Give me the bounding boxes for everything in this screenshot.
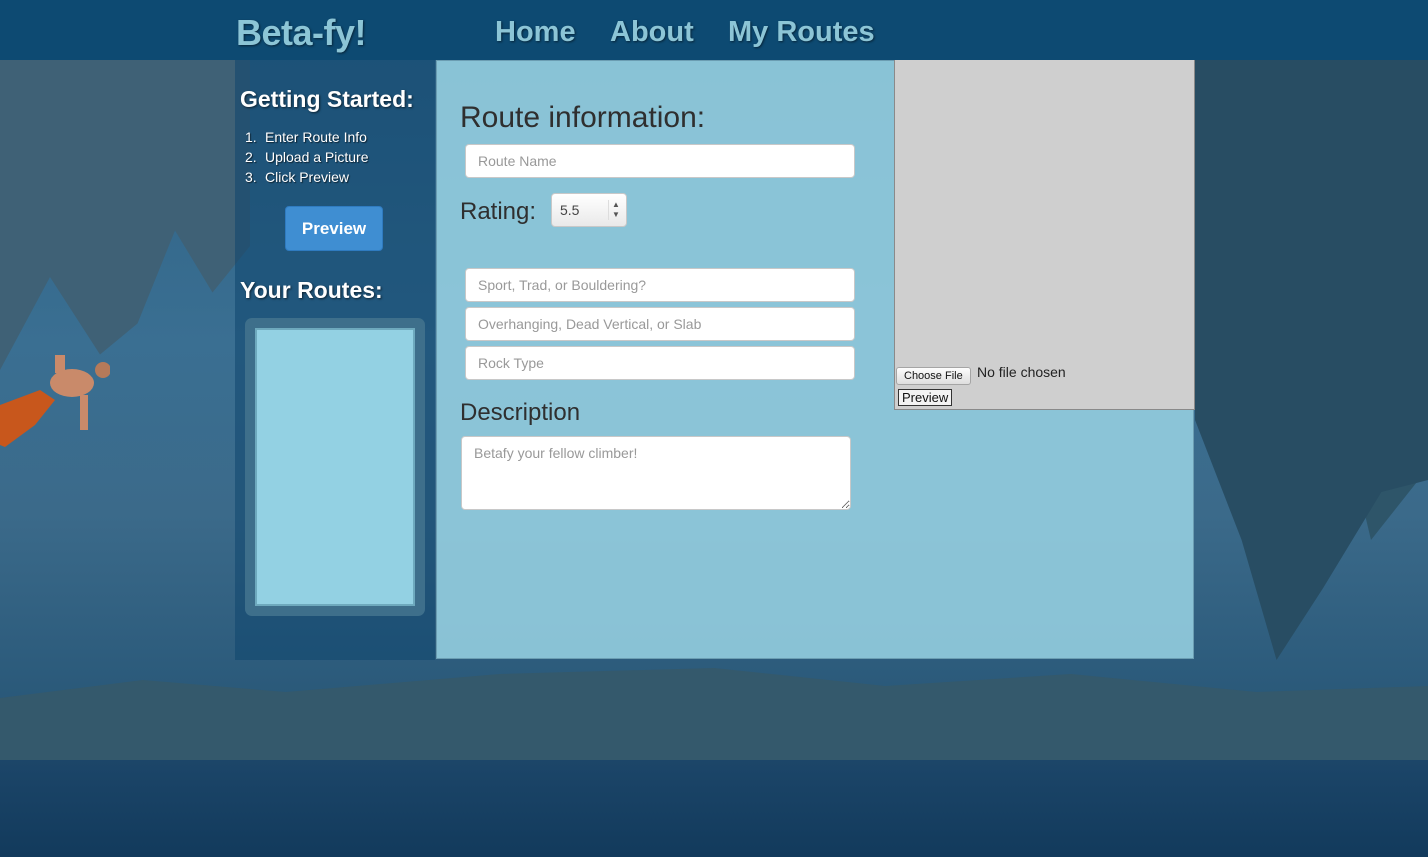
step-item: 1. Enter Route Info (245, 129, 367, 145)
image-preview-button[interactable]: Preview (898, 389, 953, 406)
nav-home-link[interactable]: Home (495, 16, 576, 49)
nav-about-link[interactable]: About (610, 16, 694, 49)
route-information-heading: Route information: (460, 101, 706, 134)
description-heading: Description (460, 399, 581, 426)
description-textarea[interactable] (461, 436, 851, 510)
climber-image (0, 355, 110, 447)
rating-value: 5.5 (560, 202, 580, 218)
your-routes-heading: Your Routes: (240, 277, 383, 303)
select-arrows-icon: ▲ ▼ (608, 200, 622, 220)
getting-started-heading: Getting Started: (240, 86, 414, 112)
background-sea (0, 760, 1428, 857)
routes-list[interactable] (255, 328, 415, 606)
brand-logo[interactable]: Beta-fy! (236, 12, 367, 54)
file-status-text: No file chosen (977, 364, 1066, 380)
choose-file-button[interactable]: Choose File (896, 367, 971, 385)
sidebar: Getting Started: 1. Enter Route Info 2. Up… (235, 60, 435, 660)
preview-button[interactable]: Preview (285, 206, 383, 251)
nav-my-routes-link[interactable]: My Routes (728, 16, 875, 49)
step-item: 3. Click Preview (245, 169, 350, 185)
routes-list-container (245, 318, 425, 616)
climb-style-input[interactable] (465, 268, 855, 302)
wall-angle-input[interactable] (465, 307, 855, 341)
rating-label: Rating: (460, 198, 537, 225)
top-navbar: Beta-fy! Home About My Routes (0, 0, 1428, 60)
rating-select[interactable]: 5.5 ▲ ▼ (551, 193, 627, 227)
steps-list: 1. Enter Route Info 2. Upload a Picture 3.… (245, 127, 369, 187)
rock-type-input[interactable] (465, 346, 855, 380)
step-item: 2. Upload a Picture (245, 149, 369, 165)
route-name-input[interactable] (465, 144, 855, 178)
image-upload-panel: Choose File No file chosen Preview (894, 60, 1195, 410)
